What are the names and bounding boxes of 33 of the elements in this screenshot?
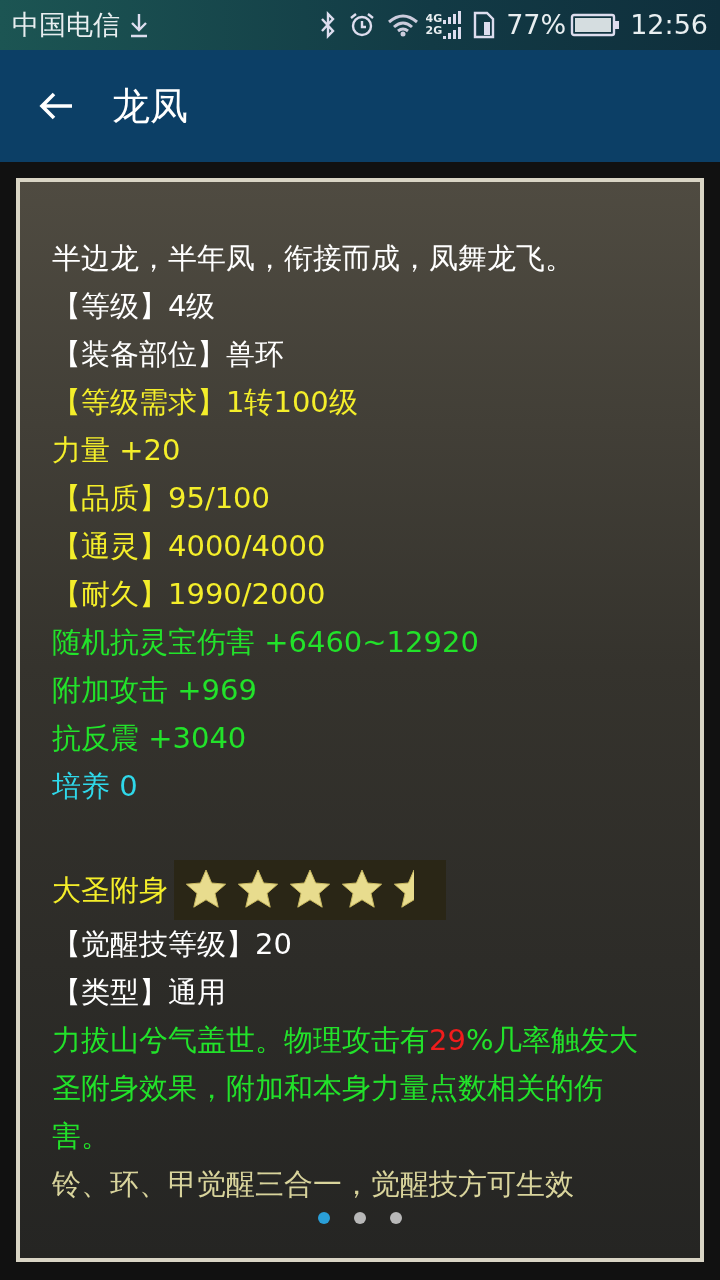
info-line: 【品质】95/100 <box>52 480 272 517</box>
page-title: 龙凤 <box>112 82 188 130</box>
info-line: 【觉醒技等级】20 <box>52 926 293 963</box>
skill-name: 大圣附身 <box>52 872 168 909</box>
info-line: 【等级】4级 <box>52 288 217 325</box>
skill-description: 力拔山兮气盖世。物理攻击有29%几率触发大圣附身效果，附加和本身力量点数相关的伤害。 <box>52 1022 640 1155</box>
info-line: 抗反震 +3040 <box>52 720 248 757</box>
info-line: 【类型】通用 <box>52 974 227 1011</box>
network-label: 4G <box>425 13 443 25</box>
network-label: 2G <box>425 25 443 37</box>
battery-icon <box>570 12 621 38</box>
sim-card-icon <box>472 11 497 39</box>
download-icon <box>128 12 150 38</box>
alarm-icon <box>349 12 376 38</box>
info-line: 【耐久】1990/2000 <box>52 576 327 613</box>
info-line: 【等级需求】1转100级 <box>52 384 359 421</box>
info-line: 半边龙，半年凤，衔接而成，凤舞龙飞。 <box>52 240 575 277</box>
page-indicator-dot[interactable] <box>354 1212 366 1224</box>
clock-time: 12:56 <box>630 7 708 42</box>
wifi-icon <box>387 13 420 37</box>
info-line: 力量 +20 <box>52 432 182 469</box>
info-line: 【装备部位】兽环 <box>52 336 285 373</box>
info-line: 铃、环、甲觉醒三合一，觉醒技方可生效 <box>52 1166 575 1203</box>
page-indicator-dot[interactable] <box>390 1212 402 1224</box>
signal-icon <box>442 10 463 40</box>
back-button[interactable] <box>38 91 74 121</box>
info-line: 【通灵】4000/4000 <box>52 528 327 565</box>
battery-percent: 77% <box>506 7 567 42</box>
info-line: 培养 0 <box>52 768 139 805</box>
carrier-name: 中国电信 <box>12 7 120 42</box>
info-line: 附加攻击 +969 <box>52 672 258 709</box>
info-line: 随机抗灵宝伤害 +6460~12920 <box>52 624 480 661</box>
page-indicator-dot[interactable] <box>318 1212 330 1224</box>
